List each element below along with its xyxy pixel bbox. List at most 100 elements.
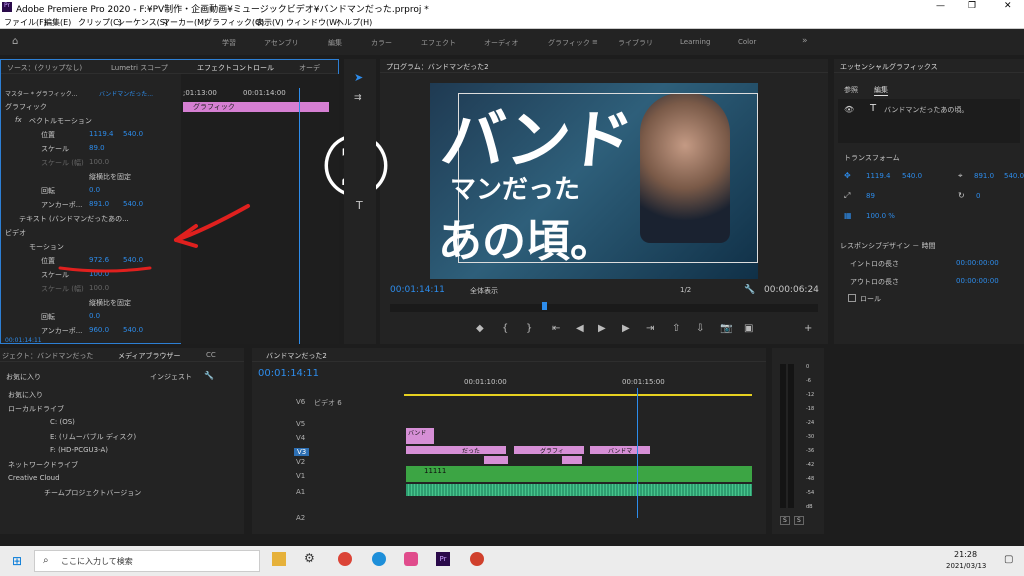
meter-tick-18: -18 [806, 406, 815, 412]
mark-out-icon[interactable]: } [526, 323, 532, 334]
track-a2[interactable]: A2 [296, 514, 305, 522]
quality-dropdown[interactable]: 1/2 [680, 286, 691, 294]
clip-graphic[interactable]: グラフィ [514, 446, 584, 454]
settings-gear-icon[interactable]: ⚙ [304, 551, 315, 565]
eg-opacity[interactable]: 100.0 % [866, 212, 895, 220]
extract-icon[interactable]: ⇩ [696, 323, 704, 334]
browser-item-c[interactable]: C: (OS) [50, 418, 75, 426]
clip-bandma[interactable]: バンドマ [590, 446, 650, 454]
eg-position-y[interactable]: 540.0 [902, 172, 922, 180]
clip-datta[interactable]: だった [406, 446, 506, 454]
audio-meter-panel: 0 -6 -12 -18 -24 -30 -36 -42 -48 -54 dB … [772, 348, 824, 534]
browser-item-favorites[interactable]: お気に入り [8, 390, 43, 400]
track-v3[interactable]: V3 [294, 448, 310, 456]
wrench-icon[interactable]: 🔧 [744, 285, 755, 295]
program-scrubber[interactable] [390, 302, 818, 312]
tab-media-browser[interactable]: メディアブラウザー [118, 351, 181, 361]
go-to-out-icon[interactable]: ⇥ [646, 323, 654, 334]
intro-value[interactable]: 00:00:00:00 [956, 259, 999, 267]
media-browser-panel: ジェクト：バンドマンだった メディアブラウザー CC お気に入り インジェスト … [0, 348, 244, 534]
intro-label: イントロの長さ [850, 260, 899, 268]
timeline-tab[interactable]: バンドマンだった2 [266, 351, 327, 361]
eg-anchor-y[interactable]: 540.0 [1004, 172, 1024, 180]
program-video-frame[interactable]: バンド マンだった あの頃。 [430, 83, 758, 279]
track-v2[interactable]: V2 [296, 458, 305, 466]
comparison-icon[interactable]: ▣ [744, 323, 753, 334]
ingest-label[interactable]: インジェスト [150, 372, 192, 382]
clip-v2-a[interactable] [484, 456, 508, 464]
layer-name[interactable]: バンドマンだったあの頃。 [884, 105, 968, 115]
chrome-icon[interactable] [338, 552, 352, 566]
meter-tick-48: -48 [806, 476, 815, 482]
lift-icon[interactable]: ⇧ [672, 323, 680, 334]
browser-item-e[interactable]: E: (リムーバブル ディスク) [50, 432, 136, 442]
taskbar-search-box[interactable]: ⌕ ここに入力して検索 [34, 550, 260, 572]
ingest-settings-icon[interactable]: 🔧 [204, 371, 214, 380]
file-explorer-icon[interactable] [272, 552, 286, 566]
browser-item-cc[interactable]: Creative Cloud [8, 474, 60, 482]
mark-in-icon[interactable]: { [502, 323, 508, 334]
clip-a1-audio[interactable] [406, 484, 752, 496]
outro-label: アウトロの長さ [850, 278, 899, 286]
browser-item-network[interactable]: ネットワークドライブ [8, 460, 78, 470]
premiere-taskbar-icon[interactable]: Pr [436, 552, 450, 566]
add-marker-icon[interactable]: ◆ [476, 323, 484, 334]
step-forward-icon[interactable]: ▶ [622, 323, 630, 334]
export-frame-icon[interactable]: 📷 [720, 323, 732, 334]
type-tool-icon[interactable]: T [356, 199, 363, 212]
eg-position-x[interactable]: 1119.4 [866, 172, 891, 180]
meter-tick-24: -24 [806, 420, 815, 426]
program-title[interactable]: プログラム：バンドマンだった2 [386, 62, 489, 72]
eg-scale[interactable]: 89 [866, 192, 875, 200]
roll-checkbox[interactable] [848, 294, 856, 302]
transport-controls: ◆ { } ⇤ ◀ ▶ ▶ ⇥ ⇧ ⇩ 📷 ▣ + [476, 323, 816, 337]
eg-anchor-x[interactable]: 891.0 [974, 172, 994, 180]
fit-dropdown[interactable]: 全体表示 [470, 286, 498, 296]
program-playhead[interactable] [542, 302, 547, 310]
tab-edit[interactable]: 編集 [874, 85, 888, 96]
track-a1[interactable]: A1 [296, 488, 305, 496]
outro-value[interactable]: 00:00:00:00 [956, 277, 999, 285]
eg-rotation[interactable]: 0 [976, 192, 980, 200]
edge-icon[interactable] [372, 552, 386, 566]
timeline-panel: バンドマンだった2 00:01:14:11 00:01:10:00 00:01:… [252, 348, 766, 534]
essential-graphics-title[interactable]: エッセンシャルグラフィックス [840, 62, 938, 72]
selection-tool-icon[interactable]: ➤ [354, 71, 363, 84]
tab-project[interactable]: ジェクト：バンドマンだった [2, 351, 93, 361]
red-underline-position [58, 266, 152, 273]
favorites-dropdown[interactable]: お気に入り [6, 372, 41, 382]
eye-icon[interactable]: 👁 [844, 105, 854, 114]
timeline-playhead[interactable] [637, 388, 638, 518]
windows-start-icon[interactable]: ⊞ [12, 554, 22, 568]
browser-item-team[interactable]: チームプロジェクトバージョン [44, 488, 141, 498]
track-v1[interactable]: V1 [296, 472, 305, 480]
meter-tick-6: -6 [806, 378, 811, 384]
track-v5[interactable]: V5 [296, 420, 305, 428]
program-timecode[interactable]: 00:01:14:11 [390, 285, 445, 295]
solo-right-button[interactable]: S [794, 516, 804, 525]
track-v6[interactable]: V6 [296, 398, 305, 406]
solo-left-button[interactable]: S [780, 516, 790, 525]
clip-band[interactable]: バンド [406, 428, 434, 444]
track-v4[interactable]: V4 [296, 434, 305, 442]
track-select-icon[interactable]: ⇉ [354, 93, 362, 103]
browser-item-f[interactable]: F: (HD-PCGU3-A) [50, 446, 108, 454]
photos-icon[interactable] [404, 552, 418, 566]
step-back-icon[interactable]: ◀ [576, 323, 584, 334]
timeline-timecode[interactable]: 00:01:14:11 [258, 368, 319, 379]
go-to-in-icon[interactable]: ⇤ [552, 323, 560, 334]
app-icon[interactable] [470, 552, 484, 566]
browser-item-local[interactable]: ローカルドライブ [8, 404, 64, 414]
meter-left [780, 364, 786, 508]
play-icon[interactable]: ▶ [598, 323, 606, 334]
opacity-icon: ▦ [844, 211, 852, 220]
essential-graphics-panel: エッセンシャルグラフィックス 参照 編集 👁 T バンドマンだったあの頃。 トラ… [834, 59, 1024, 344]
tab-browse[interactable]: 参照 [844, 85, 858, 95]
work-area-bar[interactable] [404, 394, 752, 396]
tab-cc[interactable]: CC [206, 351, 216, 359]
notifications-icon[interactable]: ▢ [1004, 554, 1013, 565]
add-button-icon[interactable]: + [804, 323, 812, 334]
clip-v1-label: 11111 [424, 467, 447, 475]
clip-v1-video[interactable]: 11111 [406, 466, 752, 482]
clip-v2-b[interactable] [562, 456, 582, 464]
